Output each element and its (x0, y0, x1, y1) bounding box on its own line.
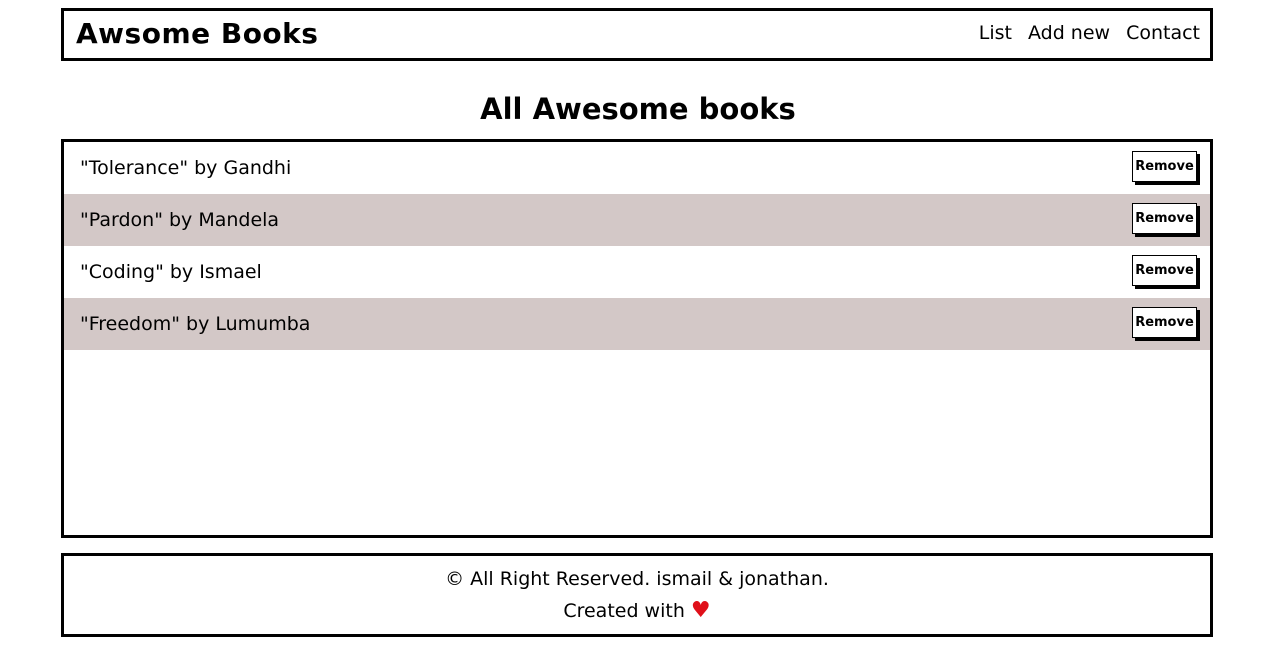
main-nav: List Add new Contact (979, 22, 1200, 44)
book-row: "Freedom" by Lumumba Remove (64, 298, 1210, 350)
created-with-text: Created with (563, 600, 685, 622)
book-title: "Tolerance" by Gandhi (80, 157, 292, 179)
nav-link-contact[interactable]: Contact (1126, 22, 1200, 44)
nav-link-list[interactable]: List (979, 22, 1012, 44)
site-header: Awsome Books List Add new Contact (61, 8, 1213, 61)
site-logo: Awsome Books (76, 17, 319, 50)
remove-button[interactable]: Remove (1132, 150, 1197, 182)
book-title: "Pardon" by Mandela (80, 209, 280, 231)
created-with-line: Created with ♥ (64, 598, 1210, 623)
book-row: "Coding" by Ismael Remove (64, 246, 1210, 298)
remove-button[interactable]: Remove (1132, 306, 1197, 338)
book-title: "Freedom" by Lumumba (80, 313, 311, 335)
nav-link-add-new[interactable]: Add new (1028, 22, 1110, 44)
remove-button[interactable]: Remove (1132, 254, 1197, 286)
remove-button[interactable]: Remove (1132, 202, 1197, 234)
site-footer: © All Right Reserved. ismail & jonathan.… (61, 553, 1213, 637)
book-title: "Coding" by Ismael (80, 261, 262, 283)
copyright-text: © All Right Reserved. ismail & jonathan. (445, 568, 829, 590)
book-row: "Pardon" by Mandela Remove (64, 194, 1210, 246)
book-list: "Tolerance" by Gandhi Remove "Pardon" by… (61, 139, 1213, 538)
heart-icon: ♥ (690, 598, 711, 623)
page-title: All Awesome books (480, 92, 796, 126)
book-row: "Tolerance" by Gandhi Remove (64, 142, 1210, 194)
